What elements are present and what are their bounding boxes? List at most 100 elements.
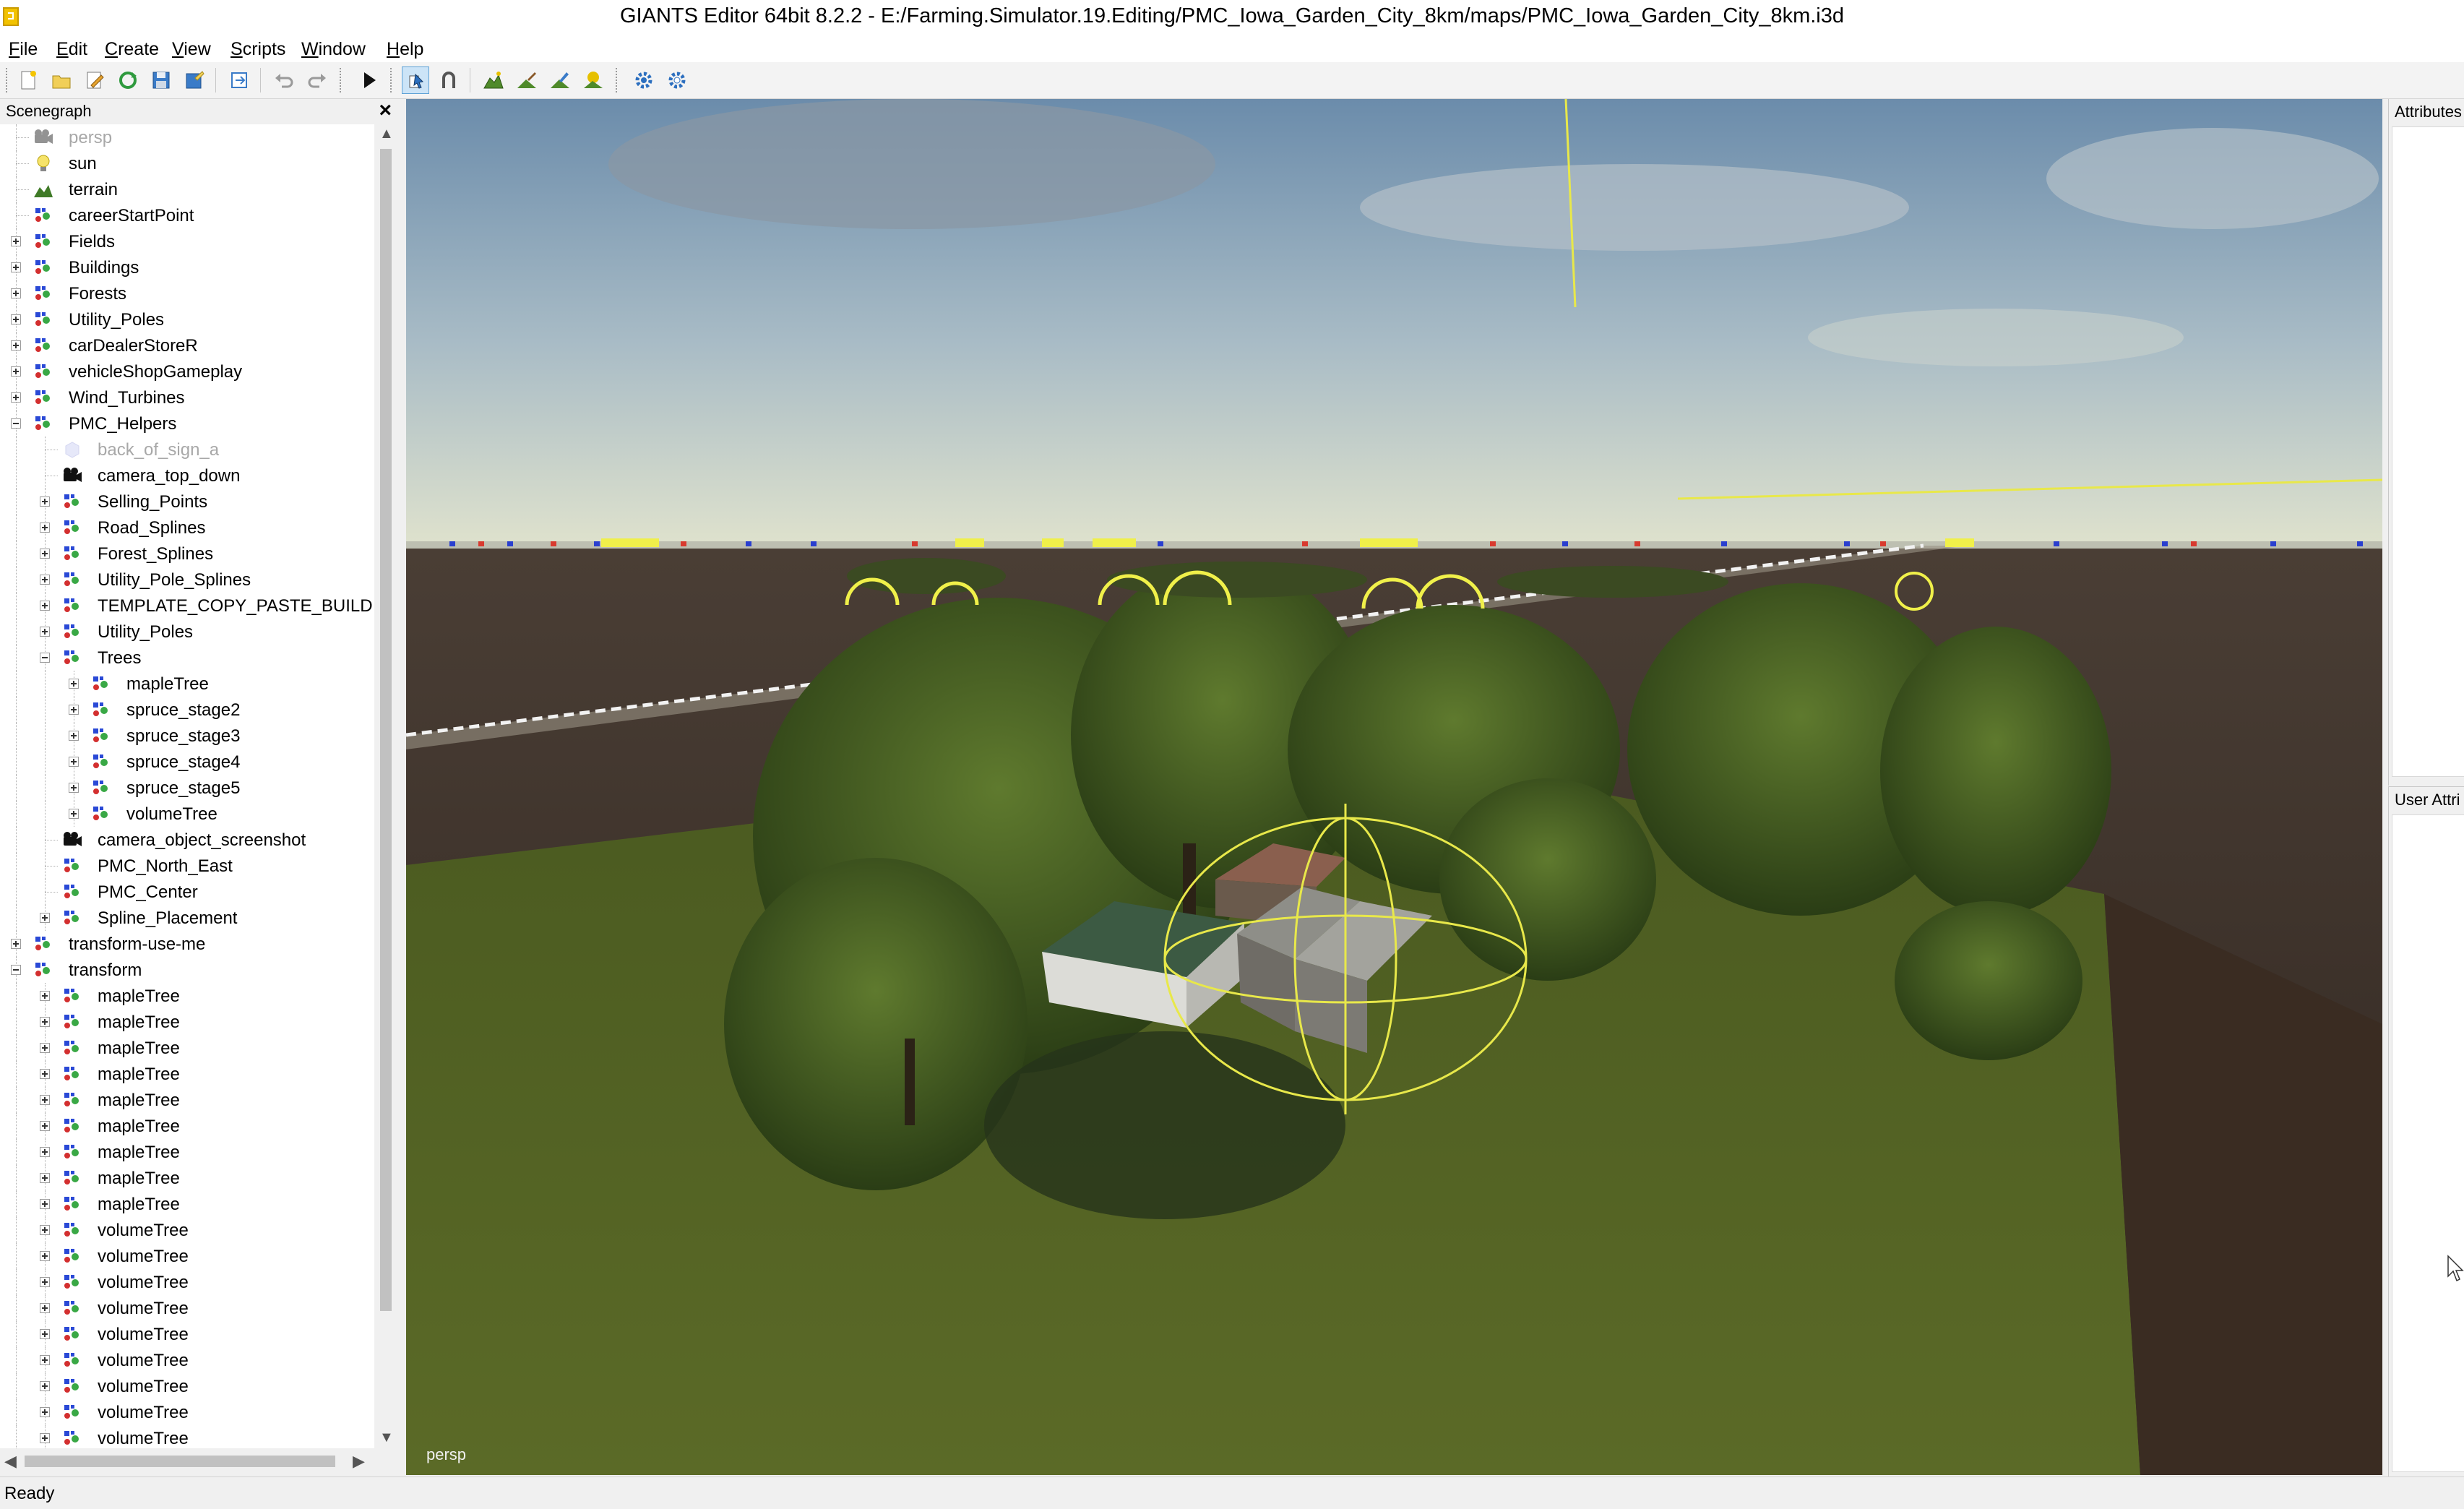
menu-help[interactable]: Help xyxy=(387,39,423,60)
collapse-icon[interactable] xyxy=(40,653,50,663)
tree-node[interactable]: volumeTree xyxy=(0,1425,374,1448)
save-icon[interactable] xyxy=(147,66,175,94)
attributes-body[interactable] xyxy=(2392,126,2464,777)
undo-icon[interactable] xyxy=(270,66,298,94)
tree-node[interactable]: volumeTree xyxy=(0,1347,374,1373)
foliage-paint-icon[interactable] xyxy=(546,66,574,94)
expand-icon[interactable] xyxy=(40,1095,50,1105)
expand-icon[interactable] xyxy=(69,783,79,793)
settings-alt-icon[interactable] xyxy=(663,66,691,94)
tree-node[interactable]: mapleTree xyxy=(0,1087,374,1113)
scroll-right-icon[interactable]: ▶ xyxy=(353,1452,365,1471)
tree-node[interactable]: vehicleShopGameplay xyxy=(0,358,374,384)
collapse-icon[interactable] xyxy=(11,418,21,429)
expand-icon[interactable] xyxy=(40,1355,50,1365)
expand-icon[interactable] xyxy=(11,314,21,324)
expand-icon[interactable] xyxy=(11,392,21,403)
expand-icon[interactable] xyxy=(40,1017,50,1027)
close-icon[interactable]: × xyxy=(379,99,392,122)
expand-icon[interactable] xyxy=(40,627,50,637)
tree-node[interactable]: PMC_North_East xyxy=(0,853,374,879)
open-file-icon[interactable] xyxy=(48,66,75,94)
tree-node[interactable]: mapleTree xyxy=(0,1035,374,1061)
3d-viewport[interactable] xyxy=(406,99,2382,1475)
tree-node[interactable]: carDealerStoreR xyxy=(0,332,374,358)
expand-icon[interactable] xyxy=(40,601,50,611)
expand-icon[interactable] xyxy=(40,1147,50,1157)
menu-window[interactable]: Window xyxy=(301,39,366,60)
user-attributes-body[interactable] xyxy=(2392,814,2464,1472)
select-mode-icon[interactable] xyxy=(402,66,429,94)
menu-view[interactable]: View xyxy=(172,39,211,60)
expand-icon[interactable] xyxy=(40,1303,50,1313)
expand-icon[interactable] xyxy=(40,1381,50,1391)
tree-node[interactable]: sun xyxy=(0,150,374,176)
expand-icon[interactable] xyxy=(40,913,50,923)
expand-icon[interactable] xyxy=(40,1069,50,1079)
expand-icon[interactable] xyxy=(40,575,50,585)
terrain-paint-icon[interactable] xyxy=(513,66,540,94)
tree-node[interactable]: spruce_stage3 xyxy=(0,723,374,749)
expand-icon[interactable] xyxy=(40,496,50,507)
tree-node[interactable]: mapleTree xyxy=(0,1139,374,1165)
placement-icon[interactable] xyxy=(580,66,607,94)
tree-node[interactable]: terrain xyxy=(0,176,374,202)
tree-node[interactable]: mapleTree xyxy=(0,1113,374,1139)
scrollbar-thumb[interactable] xyxy=(380,149,392,1311)
tree-node[interactable]: camera_top_down xyxy=(0,463,374,489)
scenegraph-horizontal-scrollbar[interactable]: ◀ ▶ xyxy=(0,1448,374,1474)
tree-node[interactable]: mapleTree xyxy=(0,983,374,1009)
expand-icon[interactable] xyxy=(40,1329,50,1339)
expand-icon[interactable] xyxy=(69,757,79,767)
tree-node[interactable]: mapleTree xyxy=(0,1009,374,1035)
move-mode-icon[interactable] xyxy=(435,66,462,94)
expand-icon[interactable] xyxy=(40,1173,50,1183)
scroll-down-icon[interactable]: ▼ xyxy=(379,1430,394,1446)
export-icon[interactable] xyxy=(225,66,253,94)
scenegraph-vertical-scrollbar[interactable]: ▲ ▼ xyxy=(374,124,397,1448)
expand-icon[interactable] xyxy=(40,1277,50,1287)
tree-node[interactable]: Selling_Points xyxy=(0,489,374,515)
tree-node[interactable]: TEMPLATE_COPY_PASTE_BUILD xyxy=(0,593,374,619)
expand-icon[interactable] xyxy=(69,809,79,819)
expand-icon[interactable] xyxy=(69,679,79,689)
tree-node[interactable]: PMC_Helpers xyxy=(0,410,374,437)
redo-icon[interactable] xyxy=(303,66,331,94)
tree-node[interactable]: Utility_Pole_Splines xyxy=(0,567,374,593)
expand-icon[interactable] xyxy=(11,236,21,246)
tree-node[interactable]: volumeTree xyxy=(0,1399,374,1425)
expand-icon[interactable] xyxy=(40,549,50,559)
terrain-sculpt-icon[interactable] xyxy=(480,66,507,94)
tree-node[interactable]: volumeTree xyxy=(0,1373,374,1399)
tree-node[interactable]: volumeTree xyxy=(0,1243,374,1269)
toolbar-grip[interactable] xyxy=(6,68,10,93)
menu-create[interactable]: Create xyxy=(105,39,159,60)
expand-icon[interactable] xyxy=(40,1251,50,1261)
collapse-icon[interactable] xyxy=(11,965,21,975)
expand-icon[interactable] xyxy=(69,731,79,741)
expand-icon[interactable] xyxy=(11,288,21,298)
tree-node[interactable]: Wind_Turbines xyxy=(0,384,374,410)
tree-node[interactable]: Fields xyxy=(0,228,374,254)
tree-node[interactable]: persp xyxy=(0,124,374,150)
menu-edit[interactable]: Edit xyxy=(56,39,87,60)
play-icon[interactable] xyxy=(356,66,383,94)
expand-icon[interactable] xyxy=(11,262,21,272)
tree-node[interactable]: Trees xyxy=(0,645,374,671)
tree-node[interactable]: Spline_Placement xyxy=(0,905,374,931)
expand-icon[interactable] xyxy=(11,939,21,949)
tree-node[interactable]: mapleTree xyxy=(0,1061,374,1087)
tree-node[interactable]: Road_Splines xyxy=(0,515,374,541)
save-as-icon[interactable] xyxy=(181,66,208,94)
tree-node[interactable]: transform-use-me xyxy=(0,931,374,957)
scenegraph-tree[interactable]: persp sun terrain careerStartPoint Fields Bui… xyxy=(0,124,374,1448)
tree-node[interactable]: back_of_sign_a xyxy=(0,437,374,463)
tree-node[interactable]: volumeTree xyxy=(0,1269,374,1295)
tree-node[interactable]: volumeTree xyxy=(0,801,374,827)
refresh-icon[interactable] xyxy=(114,66,142,94)
tree-node[interactable]: mapleTree xyxy=(0,1191,374,1217)
expand-icon[interactable] xyxy=(40,1407,50,1417)
settings-icon[interactable] xyxy=(630,66,658,94)
toolbar-grip[interactable] xyxy=(390,68,395,93)
expand-icon[interactable] xyxy=(11,366,21,377)
